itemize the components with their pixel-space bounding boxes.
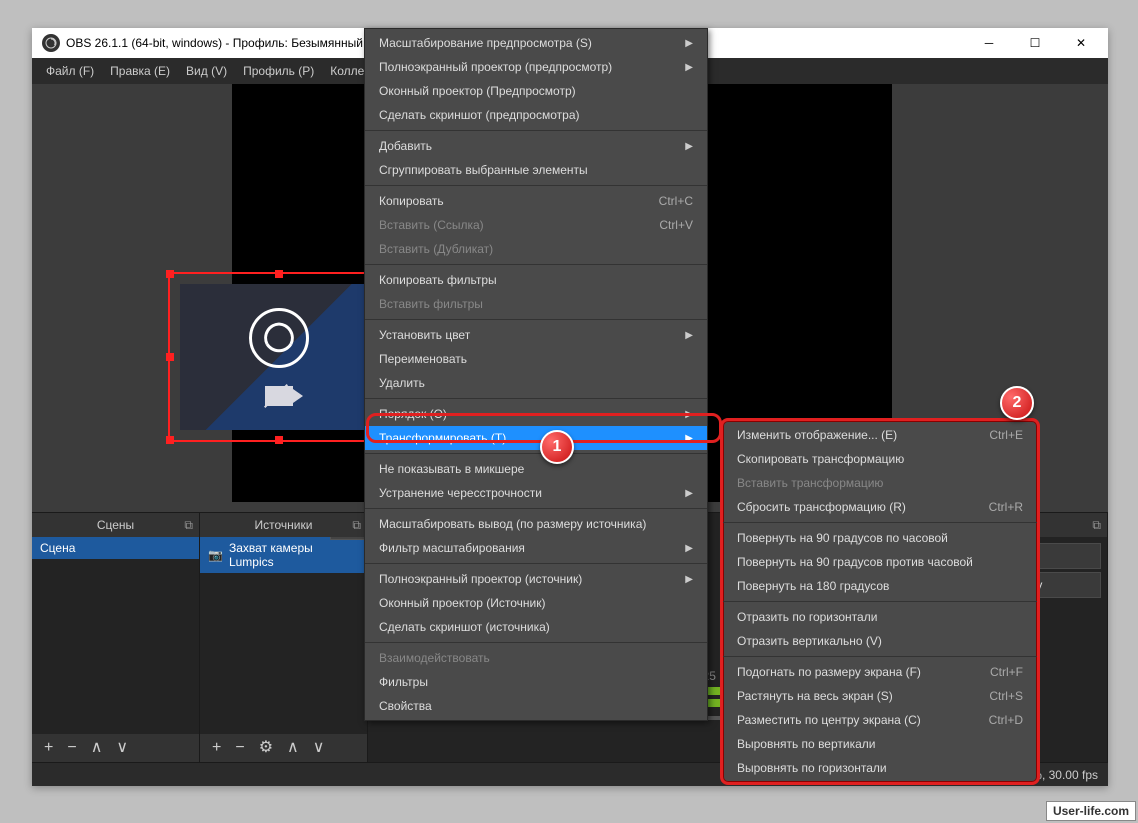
menu-item[interactable]: Свойства bbox=[365, 694, 707, 718]
menu-item[interactable]: Оконный проектор (Источник) bbox=[365, 591, 707, 615]
sources-header: Источники ⧉ bbox=[200, 513, 367, 537]
sources-panel: Источники ⧉ 📷 Захват камеры Lumpics + − … bbox=[200, 513, 368, 762]
menu-item[interactable]: Масштабировать вывод (по размеру источни… bbox=[365, 512, 707, 536]
scenes-panel: Сцены ⧉ Сцена + − ∧ ∨ bbox=[32, 513, 200, 762]
menu-edit[interactable]: Правка (E) bbox=[102, 60, 178, 82]
remove-source-button[interactable]: − bbox=[229, 738, 250, 758]
menu-item[interactable]: Копировать фильтры bbox=[365, 268, 707, 292]
menu-item[interactable]: Порядок (O)▶ bbox=[365, 402, 707, 426]
menu-item[interactable]: Трансформировать (T)▶ bbox=[365, 426, 707, 450]
menu-item[interactable]: Изменить отображение... (E)Ctrl+E bbox=[723, 423, 1037, 447]
source-down-button[interactable]: ∨ bbox=[307, 738, 331, 758]
menu-item: Взаимодействовать bbox=[365, 646, 707, 670]
menu-item[interactable]: Масштабирование предпросмотра (S)▶ bbox=[365, 31, 707, 55]
remove-scene-button[interactable]: − bbox=[61, 738, 82, 758]
menu-profile[interactable]: Профиль (P) bbox=[235, 60, 322, 82]
menu-view[interactable]: Вид (V) bbox=[178, 60, 235, 82]
menu-item[interactable]: КопироватьCtrl+C bbox=[365, 189, 707, 213]
obs-logo-icon bbox=[249, 308, 309, 368]
close-button[interactable]: ✕ bbox=[1058, 28, 1104, 58]
menu-item[interactable]: Повернуть на 90 градусов против часовой bbox=[723, 550, 1037, 574]
menu-item[interactable]: Удалить bbox=[365, 371, 707, 395]
add-source-button[interactable]: + bbox=[206, 738, 227, 758]
menu-item[interactable]: Повернуть на 180 градусов bbox=[723, 574, 1037, 598]
menu-item[interactable]: Сгруппировать выбранные элементы bbox=[365, 158, 707, 182]
app-icon bbox=[42, 34, 60, 52]
menu-item[interactable]: Полноэкранный проектор (источник)▶ bbox=[365, 567, 707, 591]
menu-item[interactable]: Отразить по горизонтали bbox=[723, 605, 1037, 629]
menu-item[interactable]: Подогнать по размеру экрана (F)Ctrl+F bbox=[723, 660, 1037, 684]
menu-item[interactable]: Выровнять по вертикали bbox=[723, 732, 1037, 756]
menu-item[interactable]: Полноэкранный проектор (предпросмотр)▶ bbox=[365, 55, 707, 79]
menu-item[interactable]: Оконный проектор (Предпросмотр) bbox=[365, 79, 707, 103]
callout-2: 2 bbox=[1000, 386, 1034, 420]
popout-icon[interactable]: ⧉ bbox=[352, 518, 361, 533]
source-placeholder bbox=[180, 284, 378, 430]
menu-item[interactable]: Скопировать трансформацию bbox=[723, 447, 1037, 471]
source-selection[interactable] bbox=[168, 272, 390, 442]
popout-icon[interactable]: ⧉ bbox=[1092, 518, 1101, 533]
menu-item[interactable]: Сбросить трансформацию (R)Ctrl+R bbox=[723, 495, 1037, 519]
menu-item[interactable]: Фильтры bbox=[365, 670, 707, 694]
menu-item: Вставить трансформацию bbox=[723, 471, 1037, 495]
menu-item[interactable]: Повернуть на 90 градусов по часовой bbox=[723, 526, 1037, 550]
context-menu-main: Масштабирование предпросмотра (S)▶Полноэ… bbox=[364, 28, 708, 721]
callout-1: 1 bbox=[540, 430, 574, 464]
source-up-button[interactable]: ∧ bbox=[281, 738, 305, 758]
menu-item[interactable]: Не показывать в микшере bbox=[365, 457, 707, 481]
scene-item[interactable]: Сцена bbox=[32, 537, 199, 559]
menu-item[interactable]: Устранение чересстрочности▶ bbox=[365, 481, 707, 505]
camera-icon: 📷 bbox=[208, 548, 223, 562]
camera-off-icon bbox=[265, 386, 293, 406]
scene-down-button[interactable]: ∨ bbox=[110, 738, 134, 758]
source-props-button[interactable]: ⚙ bbox=[253, 738, 279, 758]
watermark: User-life.com bbox=[1046, 801, 1136, 821]
menu-item[interactable]: Установить цвет▶ bbox=[365, 323, 707, 347]
context-menu-transform: Изменить отображение... (E)Ctrl+EСкопиро… bbox=[720, 418, 1040, 785]
menu-item: Вставить фильтры bbox=[365, 292, 707, 316]
popout-icon[interactable]: ⧉ bbox=[184, 518, 193, 533]
menu-item[interactable]: Добавить▶ bbox=[365, 134, 707, 158]
maximize-button[interactable]: ☐ bbox=[1012, 28, 1058, 58]
menu-file[interactable]: Файл (F) bbox=[38, 60, 102, 82]
menu-item: Вставить (Ссылка)Ctrl+V bbox=[365, 213, 707, 237]
minimize-button[interactable]: ─ bbox=[966, 28, 1012, 58]
menu-item[interactable]: Разместить по центру экрана (C)Ctrl+D bbox=[723, 708, 1037, 732]
menu-item: Вставить (Дубликат) bbox=[365, 237, 707, 261]
menu-item[interactable]: Сделать скриншот (источника) bbox=[365, 615, 707, 639]
menu-item[interactable]: Сделать скриншот (предпросмотра) bbox=[365, 103, 707, 127]
menu-item[interactable]: Отразить вертикально (V) bbox=[723, 629, 1037, 653]
add-scene-button[interactable]: + bbox=[38, 738, 59, 758]
menu-item[interactable]: Растянуть на весь экран (S)Ctrl+S bbox=[723, 684, 1037, 708]
scene-up-button[interactable]: ∧ bbox=[85, 738, 109, 758]
scenes-header: Сцены ⧉ bbox=[32, 513, 199, 537]
menu-item[interactable]: Переименовать bbox=[365, 347, 707, 371]
menu-item[interactable]: Фильтр масштабирования▶ bbox=[365, 536, 707, 560]
menu-item[interactable]: Выровнять по горизонтали bbox=[723, 756, 1037, 780]
source-item[interactable]: 📷 Захват камеры Lumpics bbox=[200, 537, 367, 573]
